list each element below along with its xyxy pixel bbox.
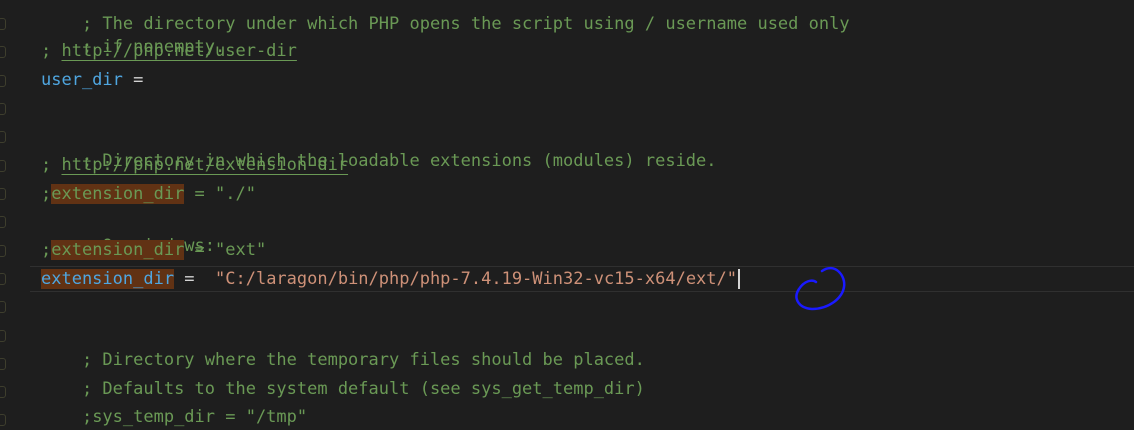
extension-dir-key: extension_dir: [41, 269, 175, 289]
gutter-fold-marker: [0, 160, 6, 172]
code-line-user-dir[interactable]: user_dir =: [41, 68, 143, 92]
code-line-comment[interactable]: ; Defaults to the system default (see sy…: [41, 353, 645, 399]
code-line-extdir-commented-2[interactable]: ;extension_dir = "ext": [41, 238, 266, 262]
comment-semicolon: ;: [41, 184, 52, 204]
comment-semicolon: ;: [41, 240, 52, 260]
assign-operator: =: [174, 269, 216, 289]
gutter-fold-marker: [0, 245, 6, 257]
user-dir-link[interactable]: http://php.net/user-dir: [61, 41, 296, 61]
code-line-userdir-url[interactable]: ; http://php.net/user-dir: [41, 39, 297, 63]
comment-rest: = "./": [184, 184, 256, 204]
code-line-extdir-commented-1[interactable]: ;extension_dir = "./": [41, 182, 256, 206]
code-line-comment[interactable]: ; if nonempty.: [41, 11, 225, 57]
gutter-fold-marker: [0, 131, 6, 143]
text-cursor: [738, 269, 740, 289]
search-match-highlight: extension_dir: [51, 184, 185, 204]
user-dir-key: user_dir: [41, 70, 123, 90]
gutter-fold-marker: [0, 386, 6, 398]
extension-dir-value: "C:/laragon/bin/php/php-7.4.19-Win32-vc1…: [215, 269, 737, 289]
gutter-fold-marker: [0, 18, 6, 30]
gutter-fold-marker: [0, 301, 6, 313]
comment-text: ;sys_temp_dir = "/tmp": [81, 407, 308, 427]
code-line-comment[interactable]: ; On windows:: [41, 210, 215, 256]
gutter-fold-marker: [0, 216, 6, 228]
gutter-fold-marker: [0, 103, 6, 115]
comment-rest: = "ext": [184, 240, 267, 260]
code-line-extdir-url[interactable]: ; http://php.net/extension-dir: [41, 153, 348, 177]
editor-gutter: [0, 0, 10, 430]
gutter-fold-marker: [0, 75, 6, 87]
comment-prefix: ;: [41, 41, 62, 61]
extension-dir-link[interactable]: http://php.net/extension-dir: [61, 155, 348, 175]
assign-operator: =: [122, 70, 144, 90]
gutter-fold-marker: [0, 414, 6, 426]
gutter-fold-marker: [0, 46, 6, 58]
comment-prefix: ;: [41, 155, 62, 175]
search-match-highlight: extension_dir: [51, 240, 185, 260]
gutter-fold-marker: [0, 330, 6, 342]
gutter-fold-marker: [0, 188, 6, 200]
gutter-fold-marker: [0, 273, 6, 285]
gutter-fold-marker: [0, 358, 6, 370]
code-line-extension-dir-active[interactable]: extension_dir = "C:/laragon/bin/php/php-…: [41, 267, 740, 291]
code-line-comment[interactable]: ; Directory in which the loadable extens…: [41, 125, 717, 171]
code-editor[interactable]: ; The directory under which PHP opens th…: [0, 0, 1134, 430]
code-line-sys-temp-dir[interactable]: ;sys_temp_dir = "/tmp": [41, 381, 307, 427]
code-line-comment[interactable]: ; Directory where the temporary files sh…: [41, 324, 645, 370]
